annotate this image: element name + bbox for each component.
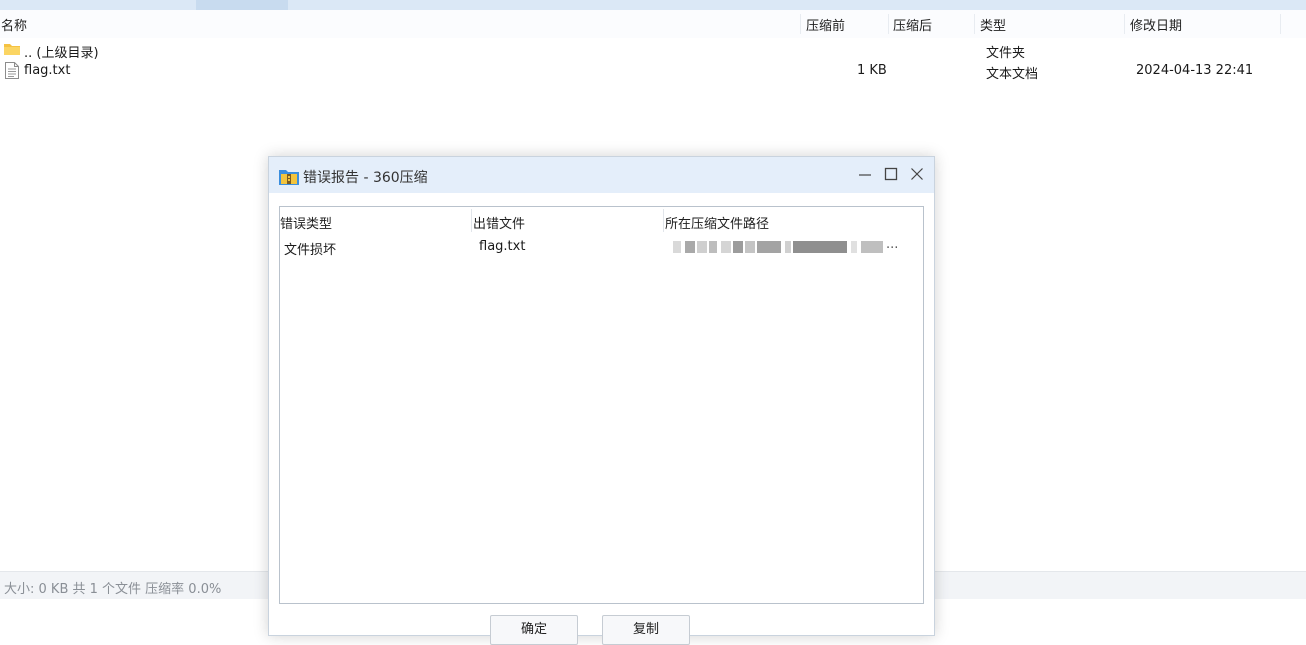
- folder-icon: [4, 44, 20, 55]
- dialog-titlebar[interactable]: 错误报告 - 360压缩: [269, 157, 934, 193]
- column-header-name[interactable]: 名称: [1, 15, 27, 34]
- column-header-type[interactable]: 类型: [980, 15, 1006, 34]
- file-row-parent-dir[interactable]: .. (上级目录) 文件夹: [0, 40, 1306, 61]
- column-header-path[interactable]: 所在压缩文件路径: [665, 213, 769, 232]
- top-strip: [0, 0, 1306, 10]
- close-icon: [911, 168, 923, 180]
- file-type: 文件夹: [986, 46, 1026, 61]
- file-row-flag[interactable]: flag.txt 1 KB 文本文档 2024-04-13 22:41: [0, 61, 1306, 82]
- status-text: 大小: 0 KB 共 1 个文件 压缩率 0.0%: [4, 582, 222, 597]
- column-separator[interactable]: [1280, 14, 1281, 34]
- error-file-cell: flag.txt: [479, 239, 526, 254]
- column-separator[interactable]: [800, 14, 801, 34]
- column-header-modified[interactable]: 修改日期: [1130, 15, 1182, 34]
- minimize-icon: [859, 174, 871, 176]
- maximize-icon: [884, 167, 898, 181]
- file-type: 文本文档: [986, 67, 1039, 82]
- dialog-title: 错误报告 - 360压缩: [303, 170, 428, 186]
- close-button[interactable]: [906, 164, 928, 186]
- error-type-cell: 文件损坏: [284, 243, 337, 258]
- column-header-size-after[interactable]: 压缩后: [893, 15, 932, 34]
- error-report-dialog: 错误报告 - 360压缩 错误类型 出错文件 所在压缩文件路径 文件损坏 fla…: [268, 156, 935, 645]
- file-size-before: 1 KB: [857, 63, 887, 78]
- path-ellipsis: ...: [886, 237, 899, 252]
- column-separator[interactable]: [974, 14, 975, 34]
- column-separator[interactable]: [471, 209, 472, 232]
- column-header-size-before[interactable]: 压缩前: [806, 15, 845, 34]
- file-modified: 2024-04-13 22:41: [1136, 63, 1254, 78]
- column-header-error-type[interactable]: 错误类型: [280, 213, 332, 232]
- column-separator[interactable]: [888, 14, 889, 34]
- error-row[interactable]: 文件损坏 flag.txt ...: [280, 236, 923, 258]
- archive-app-icon: [279, 170, 299, 185]
- redacted-path: ...: [673, 237, 898, 253]
- maximize-button[interactable]: [880, 164, 902, 186]
- file-list-header: 名称 压缩前 压缩后 类型 修改日期: [0, 10, 1306, 38]
- file-name: flag.txt: [24, 63, 71, 78]
- copy-button[interactable]: 复制: [602, 615, 690, 645]
- text-file-icon: [5, 62, 19, 79]
- column-separator[interactable]: [1124, 14, 1125, 34]
- error-list[interactable]: 错误类型 出错文件 所在压缩文件路径 文件损坏 flag.txt ...: [279, 206, 924, 604]
- error-list-header: 错误类型 出错文件 所在压缩文件路径: [280, 207, 923, 234]
- minimize-button[interactable]: [854, 164, 876, 186]
- top-strip-segment: [196, 0, 288, 10]
- column-separator[interactable]: [663, 209, 664, 232]
- file-name: .. (上级目录): [24, 46, 99, 61]
- column-header-error-file[interactable]: 出错文件: [473, 213, 525, 232]
- ok-button[interactable]: 确定: [490, 615, 578, 645]
